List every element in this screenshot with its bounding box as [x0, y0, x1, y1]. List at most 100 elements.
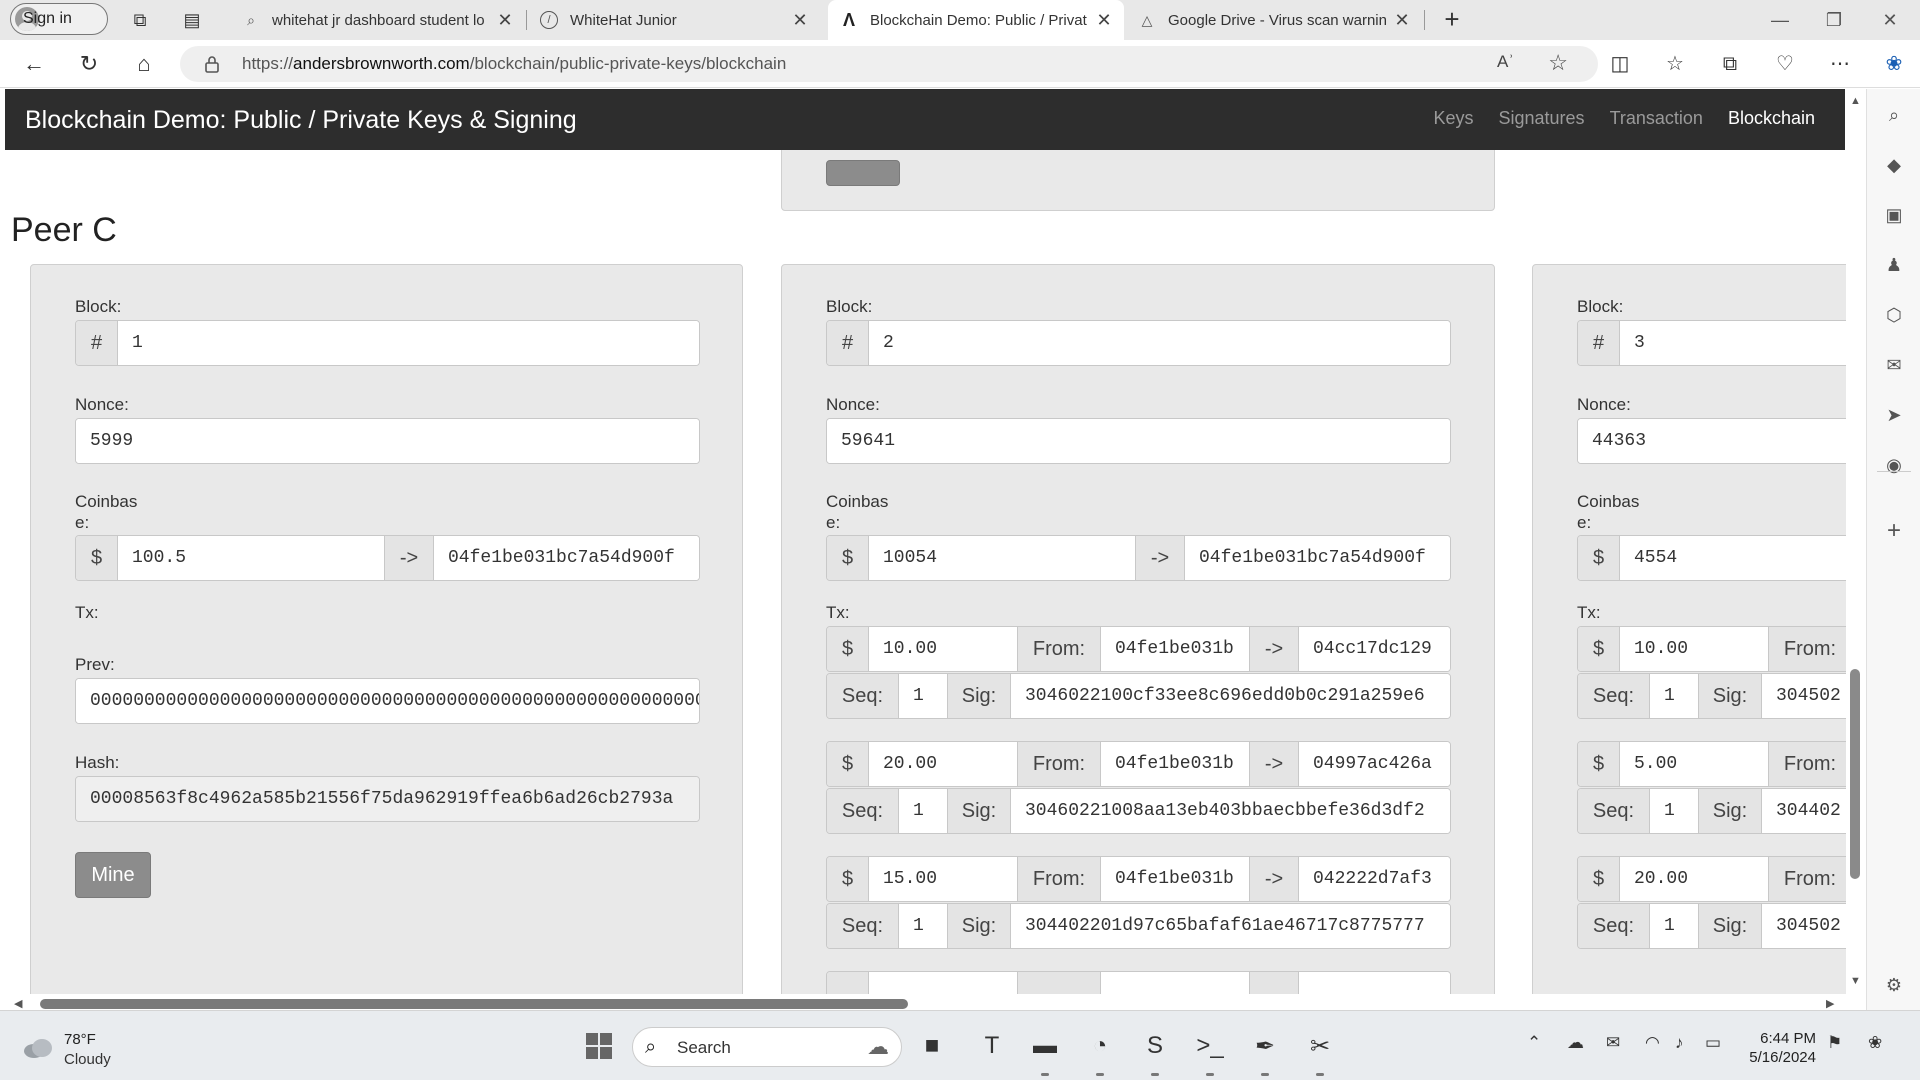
- vertical-scroll-thumb[interactable]: [1850, 669, 1860, 879]
- tx-amount-input[interactable]: 20.00: [1620, 857, 1768, 901]
- tx-seq-input[interactable]: 1: [899, 674, 947, 718]
- tx-from-input[interactable]: 04fe1be031b: [1101, 627, 1249, 671]
- sublime-text-icon[interactable]: S: [1138, 1029, 1172, 1063]
- spotify-icon[interactable]: ◉: [1882, 453, 1906, 477]
- nav-link-keys[interactable]: Keys: [1433, 108, 1473, 128]
- block-number-input[interactable]: 2: [869, 321, 1450, 365]
- browser-essentials-icon[interactable]: ♡: [1771, 50, 1799, 78]
- settings-gear-icon[interactable]: ⚙: [1882, 973, 1906, 997]
- taskbar-clock[interactable]: 6:44 PM 5/16/2024: [1740, 1029, 1816, 1067]
- back-arrow-icon[interactable]: ←: [20, 50, 48, 78]
- coinbase-to-input[interactable]: 04fe1be031bc7a54d900f: [1185, 536, 1450, 580]
- windows-start-icon[interactable]: [582, 1029, 616, 1063]
- lock-icon[interactable]: [202, 54, 222, 74]
- mail-tray-icon[interactable]: ✉: [1606, 1033, 1620, 1053]
- taskbar-search-box[interactable]: ⌕ Search ☁: [632, 1027, 902, 1067]
- tx-from-input[interactable]: 04fe1be031b: [1101, 857, 1249, 901]
- tx-seq-input[interactable]: 1: [1650, 789, 1698, 833]
- tx-seq-input[interactable]: 1: [1650, 904, 1698, 948]
- tab-google-drive[interactable]: △ Google Drive - Virus scan warnin ✕: [1126, 0, 1422, 40]
- volume-icon[interactable]: ♪: [1675, 1033, 1684, 1053]
- send-icon[interactable]: ➤: [1882, 403, 1906, 427]
- microsoft-365-icon[interactable]: ⬡: [1882, 303, 1906, 327]
- add-sidebar-app-icon[interactable]: +: [1882, 519, 1906, 543]
- wifi-icon[interactable]: ◠: [1645, 1033, 1660, 1053]
- nav-link-transaction[interactable]: Transaction: [1610, 108, 1703, 128]
- coinbase-to-input[interactable]: 04fe1be031bc7a54d900f: [434, 536, 699, 580]
- tx-amount-input[interactable]: 10.00: [1620, 627, 1768, 671]
- read-aloud-icon[interactable]: Aʾ: [1497, 52, 1514, 72]
- close-tab-icon[interactable]: ✕: [1390, 10, 1414, 31]
- coinbase-amount-input[interactable]: 4554: [1620, 536, 1866, 580]
- snipping-tool-icon[interactable]: ✂: [1303, 1029, 1337, 1063]
- scroll-down-arrow-icon[interactable]: ▼: [1850, 975, 1861, 987]
- edge-browser-icon[interactable]: ◔: [1083, 1029, 1117, 1063]
- close-tab-icon[interactable]: ✕: [493, 10, 517, 31]
- battery-icon[interactable]: ▭: [1705, 1033, 1721, 1053]
- show-hidden-icons-icon[interactable]: ⌃: [1527, 1033, 1541, 1053]
- tab-whitehat-search[interactable]: ⌕ whitehat jr dashboard student lo ✕: [230, 0, 525, 40]
- horizontal-scroll-thumb[interactable]: [40, 999, 908, 1009]
- minimize-button[interactable]: —: [1752, 4, 1808, 36]
- tx-to-input[interactable]: 04cc17dc129: [1299, 627, 1450, 671]
- tx-amount-input[interactable]: 15.00: [869, 857, 1017, 901]
- nonce-input[interactable]: 59641: [827, 419, 1450, 463]
- shopping-tag-icon[interactable]: ◆: [1882, 153, 1906, 177]
- block-number-input[interactable]: 3: [1620, 321, 1866, 365]
- profile-sign-in-button[interactable]: Sign in: [10, 3, 108, 35]
- tab-blockchain-demo[interactable]: Λ Blockchain Demo: Public / Privat ✕: [828, 0, 1124, 40]
- outlook-icon[interactable]: ✉: [1882, 353, 1906, 377]
- split-screen-icon[interactable]: ◫: [1606, 50, 1634, 78]
- notification-bell-icon[interactable]: ⚑: [1827, 1033, 1842, 1053]
- tx-seq-input[interactable]: 1: [1650, 674, 1698, 718]
- more-options-icon[interactable]: ⋯: [1826, 50, 1854, 78]
- copilot-taskbar-icon[interactable]: ❀: [1868, 1033, 1882, 1053]
- scroll-right-arrow-icon[interactable]: ▶: [1826, 997, 1834, 1010]
- tx-amount-input[interactable]: 10.00: [869, 627, 1017, 671]
- collections-icon[interactable]: ⧉: [1716, 50, 1744, 78]
- file-explorer-icon[interactable]: ▬: [1028, 1029, 1062, 1063]
- coinbase-amount-input[interactable]: 10054: [869, 536, 1135, 580]
- tx-sig-input[interactable]: 30460221008aa13eb403bbaecbbefe36d3df2: [1011, 789, 1450, 833]
- refresh-icon[interactable]: ↻: [75, 50, 103, 78]
- new-tab-button[interactable]: +: [1438, 6, 1466, 34]
- mine-button-partial[interactable]: [826, 160, 900, 186]
- terminal-icon[interactable]: >_: [1193, 1029, 1227, 1063]
- tx-amount-input[interactable]: 20.00: [869, 742, 1017, 786]
- scroll-left-arrow-icon[interactable]: ◀: [14, 997, 22, 1010]
- close-window-button[interactable]: ✕: [1862, 4, 1918, 36]
- tab-whitehat-junior[interactable]: / WhiteHat Junior ✕: [528, 0, 820, 40]
- tx-sig-input[interactable]: 304402201d97c65bafaf61ae46717c8775777: [1011, 904, 1450, 948]
- search-icon[interactable]: ⌕: [1882, 103, 1906, 127]
- games-icon[interactable]: ♟: [1882, 253, 1906, 277]
- coinbase-amount-input[interactable]: 100.5: [118, 536, 384, 580]
- vertical-tabs-icon[interactable]: ▤: [180, 8, 204, 32]
- workspaces-icon[interactable]: ⧉: [128, 8, 152, 32]
- teams-icon[interactable]: T: [975, 1029, 1009, 1063]
- block-number-input[interactable]: 1: [118, 321, 699, 365]
- onedrive-cloud-icon[interactable]: ☁: [1567, 1033, 1584, 1053]
- close-tab-icon[interactable]: ✕: [788, 10, 812, 31]
- address-bar[interactable]: https://andersbrownworth.com/blockchain/…: [180, 46, 1598, 82]
- nav-link-blockchain[interactable]: Blockchain: [1728, 108, 1815, 128]
- prev-hash-input[interactable]: 0000000000000000000000000000000000000000…: [76, 679, 699, 723]
- tx-seq-input[interactable]: 1: [899, 789, 947, 833]
- tx-sig-input[interactable]: 3046022100cf33ee8c696edd0b0c291a259e6: [1011, 674, 1450, 718]
- copilot-icon[interactable]: ❀: [1880, 50, 1908, 78]
- nonce-input[interactable]: 44363: [1578, 419, 1866, 463]
- tx-seq-input[interactable]: 1: [899, 904, 947, 948]
- tx-from-input[interactable]: 04fe1be031b: [1101, 742, 1249, 786]
- nonce-input[interactable]: 5999: [76, 419, 699, 463]
- nav-link-signatures[interactable]: Signatures: [1498, 108, 1584, 128]
- url-text[interactable]: https://andersbrownworth.com/blockchain/…: [242, 54, 786, 74]
- favorite-star-icon[interactable]: ☆: [1548, 50, 1568, 76]
- tools-briefcase-icon[interactable]: ▣: [1882, 203, 1906, 227]
- quill-app-icon[interactable]: ✒: [1248, 1029, 1282, 1063]
- scroll-up-arrow-icon[interactable]: ▲: [1850, 95, 1861, 107]
- task-view-icon[interactable]: ■: [915, 1029, 949, 1063]
- close-tab-icon[interactable]: ✕: [1092, 10, 1116, 31]
- tx-amount-input[interactable]: 5.00: [1620, 742, 1768, 786]
- restore-button[interactable]: ❐: [1806, 4, 1862, 36]
- home-icon[interactable]: ⌂: [130, 50, 158, 78]
- site-title[interactable]: Blockchain Demo: Public / Private Keys &…: [25, 106, 577, 135]
